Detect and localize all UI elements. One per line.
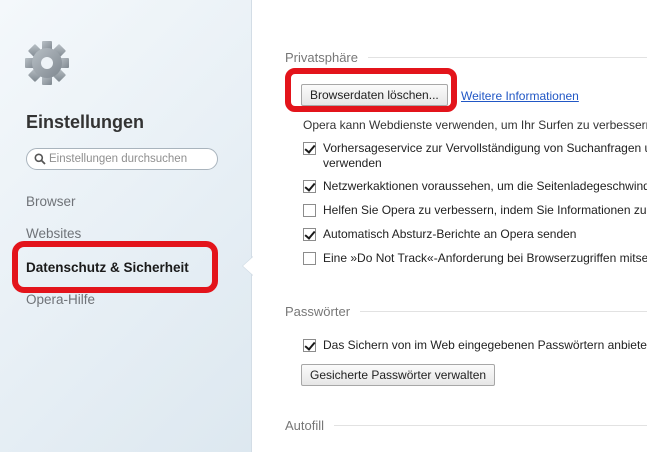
option-label: Das Sichern von im Web eingegebenen Pass…: [323, 338, 647, 352]
section-title: Privatsphäre: [285, 50, 358, 65]
section-divider: [334, 425, 647, 426]
section-divider: [367, 57, 647, 58]
checkbox[interactable]: [303, 142, 316, 155]
gear-icon: [25, 41, 69, 85]
checkbox[interactable]: [303, 180, 316, 193]
sidebar-title: Einstellungen: [26, 112, 145, 132]
option-label: Vorhersageservice zur Vervollständigung …: [323, 141, 647, 155]
checkbox[interactable]: [303, 252, 316, 265]
sidebar-item-browser[interactable]: Browser: [26, 194, 76, 209]
option-network-prediction[interactable]: Netzwerkaktionen voraussehen, um die Sei…: [303, 179, 647, 194]
settings-search[interactable]: [26, 148, 218, 170]
more-info-link[interactable]: Weitere Informationen: [461, 89, 579, 103]
option-do-not-track[interactable]: Eine »Do Not Track«-Anforderung bei Brow…: [303, 251, 647, 266]
checkbox[interactable]: [303, 228, 316, 241]
option-label: Netzwerkaktionen voraussehen, um die Sei…: [323, 179, 647, 193]
section-header-passwords: Passwörter: [285, 304, 647, 319]
sidebar-item-websites[interactable]: Websites: [26, 226, 81, 241]
option-save-passwords[interactable]: Das Sichern von im Web eingegebenen Pass…: [303, 338, 647, 353]
checkbox[interactable]: [303, 204, 316, 217]
option-label: Automatisch Absturz-Berichte an Opera se…: [323, 227, 577, 241]
section-divider: [360, 311, 647, 312]
option-label: Helfen Sie Opera zu verbessern, indem Si…: [323, 203, 647, 217]
option-crash-reports[interactable]: Automatisch Absturz-Berichte an Opera se…: [303, 227, 576, 242]
highlight-annotation: [285, 68, 457, 112]
search-icon: [34, 153, 46, 165]
sidebar-item-opera-help[interactable]: Opera-Hilfe: [26, 292, 95, 307]
option-usage-statistics[interactable]: Helfen Sie Opera zu verbessern, indem Si…: [303, 203, 647, 218]
manage-passwords-button[interactable]: Gesicherte Passwörter verwalten: [301, 364, 496, 386]
settings-content: Privatsphäre Browserdaten löschen... Wei…: [253, 0, 647, 452]
sidebar: Einstellungen Browser Websites Datenschu…: [0, 0, 252, 452]
active-pointer: [243, 257, 253, 275]
highlight-annotation: [12, 241, 218, 293]
search-input[interactable]: [49, 153, 209, 165]
section-header-autofill: Autofill: [285, 418, 647, 433]
section-title: Autofill: [285, 418, 325, 433]
checkbox[interactable]: [303, 339, 316, 352]
privacy-description: Opera kann Webdienste verwenden, um Ihr …: [303, 118, 647, 132]
option-search-prediction[interactable]: Vorhersageservice zur Vervollständigung …: [303, 141, 647, 171]
option-label: Eine »Do Not Track«-Anforderung bei Brow…: [323, 251, 647, 265]
section-header-privacy: Privatsphäre: [285, 50, 647, 65]
section-title: Passwörter: [285, 304, 351, 319]
option-label-continued: verwenden: [323, 156, 382, 170]
